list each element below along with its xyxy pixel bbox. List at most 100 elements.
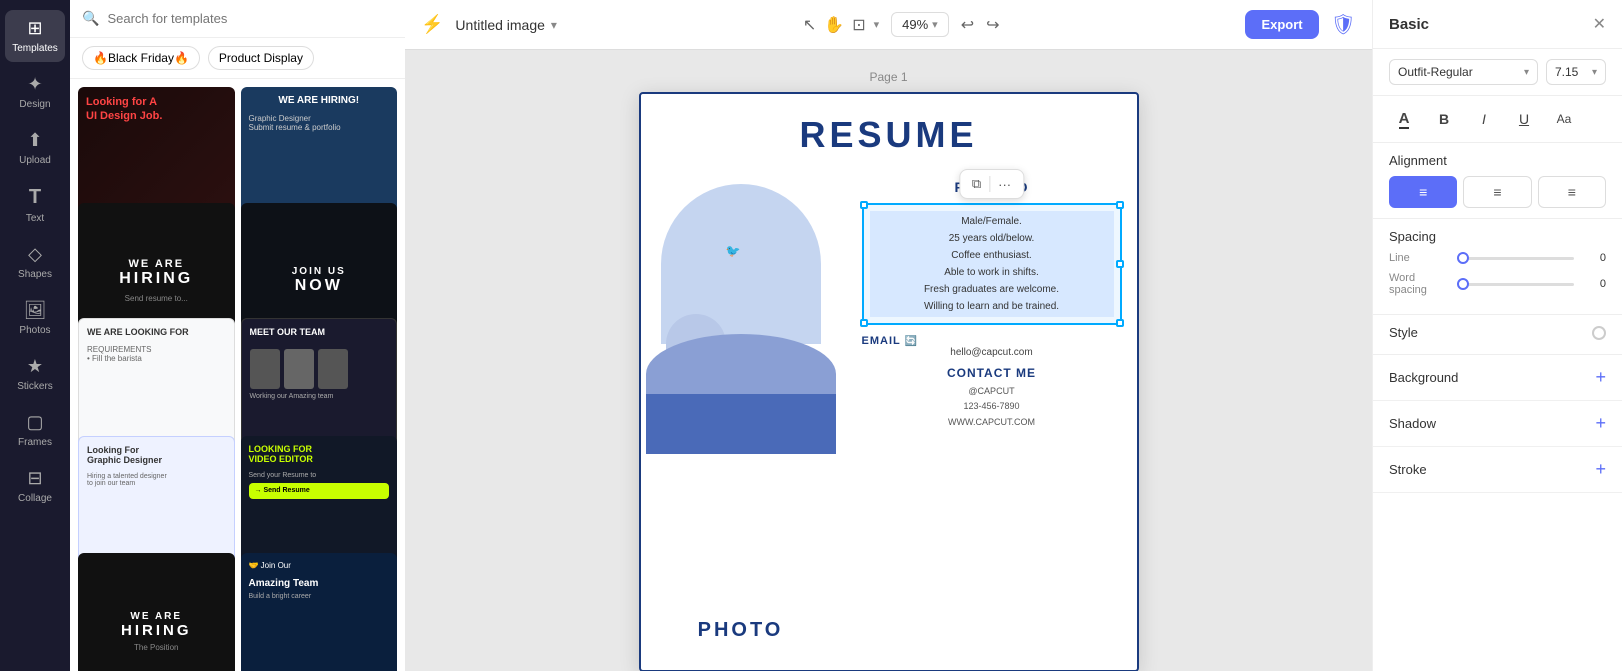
sidebar-item-frames[interactable]: ▢ Frames <box>5 404 65 456</box>
handle-bottom-right[interactable] <box>1116 319 1124 327</box>
underline-button[interactable]: U <box>1509 104 1539 134</box>
resume-header: RESUME <box>641 94 1137 166</box>
align-center-button[interactable]: ≡ <box>1463 176 1531 208</box>
photo-placeholder: PHOTO <box>641 590 841 670</box>
sidebar-item-templates[interactable]: ⊞ Templates <box>5 10 65 62</box>
stroke-section[interactable]: Stroke + <box>1373 447 1622 493</box>
handle-bottom-left[interactable] <box>860 319 868 327</box>
handle-mid-right[interactable] <box>1116 260 1124 268</box>
pointer-tool-icon[interactable]: ↖ <box>803 15 816 35</box>
line-spacing-label: Line <box>1389 252 1449 264</box>
sidebar-item-text[interactable]: T Text <box>5 178 65 232</box>
more-options-icon[interactable]: ··· <box>994 175 1015 194</box>
align-left-button[interactable]: ≡ <box>1389 176 1457 208</box>
font-size-select[interactable]: 7.15 ▾ <box>1546 59 1606 85</box>
italic-icon: I <box>1482 111 1486 127</box>
format-row: A B I U Aa <box>1373 96 1622 143</box>
case-icon: Aa <box>1557 112 1572 126</box>
sidebar-item-label: Stickers <box>17 381 53 392</box>
chevron-down-icon: ▾ <box>1592 67 1597 78</box>
templates-icon: ⊞ <box>27 18 42 39</box>
underline-icon: U <box>1519 111 1529 127</box>
template-card[interactable]: WE ARE HIRING The Position <box>78 553 235 671</box>
add-stroke-button[interactable]: + <box>1595 459 1606 480</box>
sidebar-item-label: Photos <box>19 325 50 336</box>
file-title: Untitled image <box>455 17 545 33</box>
font-row: Outfit-Regular ▾ 7.15 ▾ <box>1373 49 1622 96</box>
email-section: EMAIL 🔄 hello@capcut.com <box>862 335 1122 358</box>
add-shadow-button[interactable]: + <box>1595 413 1606 434</box>
add-background-button[interactable]: + <box>1595 367 1606 388</box>
italic-button[interactable]: I <box>1469 104 1499 134</box>
alignment-label: Alignment <box>1389 153 1606 168</box>
upload-icon: ⬆ <box>27 130 42 151</box>
sidebar-item-photos[interactable]: 🖼 Photos <box>5 292 65 344</box>
canvas-page: Page 1 RESUME 🐦 <box>639 70 1139 671</box>
dropdown-chevron-icon[interactable]: ▾ <box>551 18 557 32</box>
refresh-icon: 🔄 <box>905 336 918 347</box>
word-spacing-track[interactable] <box>1457 283 1574 286</box>
shadow-section[interactable]: Shadow + <box>1373 401 1622 447</box>
alignment-options: ≡ ≡ ≡ <box>1389 176 1606 208</box>
align-right-button[interactable]: ≡ <box>1538 176 1606 208</box>
redo-icon[interactable]: ↪ <box>986 15 999 35</box>
sidebar-item-label: Upload <box>19 155 51 166</box>
handle-top-right[interactable] <box>1116 201 1124 209</box>
bold-icon: B <box>1439 111 1449 127</box>
bold-button[interactable]: B <box>1429 104 1459 134</box>
sidebar-item-label: Text <box>26 213 44 224</box>
background-section[interactable]: Background + <box>1373 355 1622 401</box>
contact-web: WWW.CAPCUT.COM <box>862 415 1122 430</box>
spacing-label: Spacing <box>1389 229 1606 244</box>
contact-section: CONTACT ME @CAPCUT 123-456-7890 WWW.CAPC… <box>862 366 1122 430</box>
resume-canvas[interactable]: RESUME 🐦 PHOTO <box>639 92 1139 671</box>
line-spacing-value: 0 <box>1582 252 1606 264</box>
sidebar-item-collage[interactable]: ⊟ Collage <box>5 460 65 512</box>
word-spacing-thumb[interactable] <box>1457 278 1469 290</box>
align-right-icon: ≡ <box>1568 184 1576 200</box>
line-spacing-track[interactable] <box>1457 257 1574 260</box>
dropdown-frame-icon[interactable]: ▾ <box>874 18 880 31</box>
sidebar-item-label: Shapes <box>18 269 52 280</box>
style-radio[interactable] <box>1592 326 1606 340</box>
zoom-control[interactable]: 49% ▾ <box>891 12 949 37</box>
collage-icon: ⊟ <box>27 468 42 489</box>
template-card[interactable]: 🤝 Join Our Amazing Team Build a bright c… <box>241 553 398 671</box>
search-bar: 🔍 <box>70 0 405 38</box>
shapes-icon: ◇ <box>28 244 42 265</box>
sidebar-item-stickers[interactable]: ★ Stickers <box>5 348 65 400</box>
export-button[interactable]: Export <box>1245 10 1318 39</box>
chevron-down-icon: ▾ <box>1524 67 1529 78</box>
zoom-value: 49% <box>902 17 928 32</box>
sidebar-item-upload[interactable]: ⬆ Upload <box>5 122 65 174</box>
templates-grid: Looking for AUI Design Job. My name is A… <box>70 79 405 671</box>
sidebar-item-label: Frames <box>18 437 52 448</box>
hand-tool-icon[interactable]: ✋ <box>824 15 844 35</box>
text-box-selected[interactable]: ⧉ ··· Male/Female. 25 years old/below. <box>862 203 1122 325</box>
spacing-section: Spacing Line 0 Word spacing 0 <box>1373 219 1622 315</box>
floating-toolbar: ⧉ ··· <box>959 169 1024 199</box>
tag-product-display[interactable]: Product Display <box>208 46 314 70</box>
undo-icon[interactable]: ↩ <box>961 15 974 35</box>
nav-sidebar: ⊞ Templates ✦ Design ⬆ Upload T Text ◇ S… <box>0 0 70 671</box>
case-button[interactable]: Aa <box>1549 104 1579 134</box>
resume-left-panel: 🐦 PHOTO <box>641 174 841 670</box>
contact-at: @CAPCUT <box>862 384 1122 399</box>
handle-top-left[interactable] <box>860 201 868 209</box>
sidebar-item-design[interactable]: ✦ Design <box>5 66 65 118</box>
frame-tool-icon[interactable]: ⊡ <box>852 15 865 35</box>
separator <box>989 176 990 192</box>
font-color-button[interactable]: A <box>1389 104 1419 134</box>
sidebar-item-shapes[interactable]: ◇ Shapes <box>5 236 65 288</box>
text-icon: T <box>29 186 41 209</box>
main-canvas: ⚡ Untitled image ▾ ↖ ✋ ⊡ ▾ 49% ▾ ↩ ↪ Exp… <box>405 0 1372 671</box>
search-input[interactable] <box>107 11 393 26</box>
copy-icon[interactable]: ⧉ <box>968 174 985 194</box>
design-icon: ✦ <box>27 74 42 95</box>
line-spacing-thumb[interactable] <box>1457 252 1469 264</box>
close-button[interactable]: ✕ <box>1593 14 1606 34</box>
sidebar-item-label: Design <box>19 99 50 110</box>
tag-black-friday[interactable]: 🔥Black Friday🔥 <box>82 46 200 70</box>
toolbar: ⚡ Untitled image ▾ ↖ ✋ ⊡ ▾ 49% ▾ ↩ ↪ Exp… <box>405 0 1372 50</box>
font-family-select[interactable]: Outfit-Regular ▾ <box>1389 59 1538 85</box>
